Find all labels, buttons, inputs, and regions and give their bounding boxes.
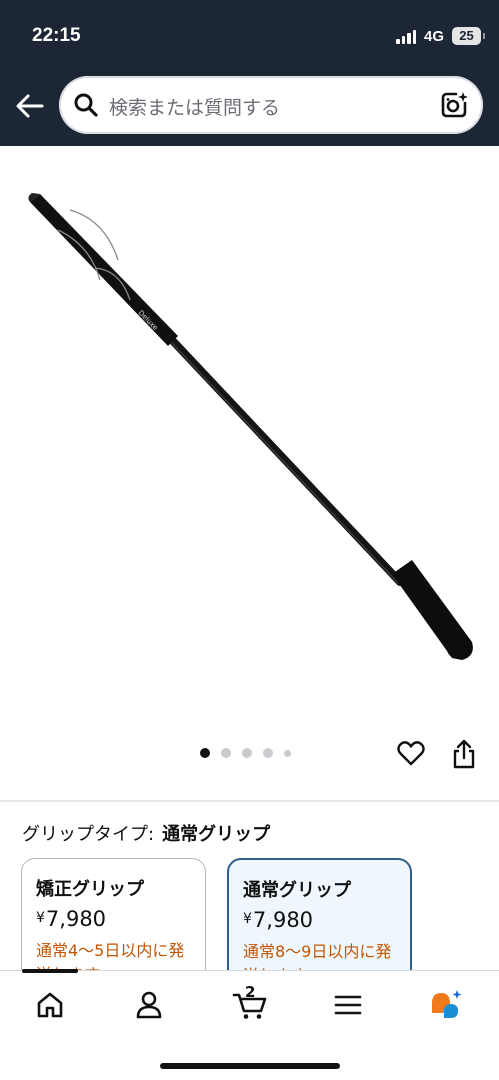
- pager-dot[interactable]: [242, 748, 252, 758]
- home-indicator[interactable]: [160, 1063, 340, 1069]
- network-type: 4G: [424, 28, 445, 45]
- variation-selected-value: 通常グリップ: [162, 824, 271, 845]
- product-image[interactable]: Deluxe: [0, 150, 499, 730]
- option-price: ¥7,980: [36, 907, 107, 931]
- option-name: 通常グリップ: [243, 880, 351, 901]
- bottom-nav: 2: [0, 969, 499, 1080]
- camera-icon[interactable]: [439, 90, 469, 120]
- pager-dot[interactable]: [221, 748, 231, 758]
- variation-label: グリップタイプ:: [22, 824, 155, 845]
- back-arrow-icon[interactable]: [14, 90, 46, 122]
- menu-icon[interactable]: [332, 989, 364, 1021]
- pager-dot[interactable]: [200, 748, 210, 758]
- search-placeholder: 検索または質問する: [109, 97, 281, 119]
- app-header: 22:15 4G 25 検索または質問する: [0, 0, 499, 146]
- share-icon[interactable]: [450, 738, 478, 770]
- account-icon[interactable]: [133, 989, 165, 1021]
- currency-symbol: ¥: [243, 911, 252, 927]
- currency-symbol: ¥: [36, 910, 45, 926]
- image-pager[interactable]: [200, 748, 291, 758]
- signal-icon: [396, 30, 416, 44]
- pager-dot[interactable]: [263, 748, 273, 758]
- pager-dot[interactable]: [284, 749, 291, 757]
- active-tab-indicator: [22, 969, 78, 973]
- cart-count: 2: [245, 983, 256, 1001]
- battery-icon: 25: [452, 27, 485, 45]
- home-icon[interactable]: [34, 989, 66, 1021]
- section-divider: [0, 800, 499, 802]
- heart-icon[interactable]: [396, 738, 426, 768]
- variation-label-row: グリップタイプ: 通常グリップ: [22, 820, 270, 846]
- status-time: 22:15: [32, 25, 81, 46]
- option-price: ¥7,980: [243, 908, 314, 932]
- variation-option-standard-grip[interactable]: 通常グリップ ¥7,980 通常8〜9日以内に発送します: [227, 858, 412, 988]
- search-icon: [74, 93, 98, 117]
- rufus-assistant-icon[interactable]: [428, 989, 464, 1021]
- option-name: 矯正グリップ: [36, 879, 144, 900]
- search-input[interactable]: 検索または質問する: [59, 76, 483, 134]
